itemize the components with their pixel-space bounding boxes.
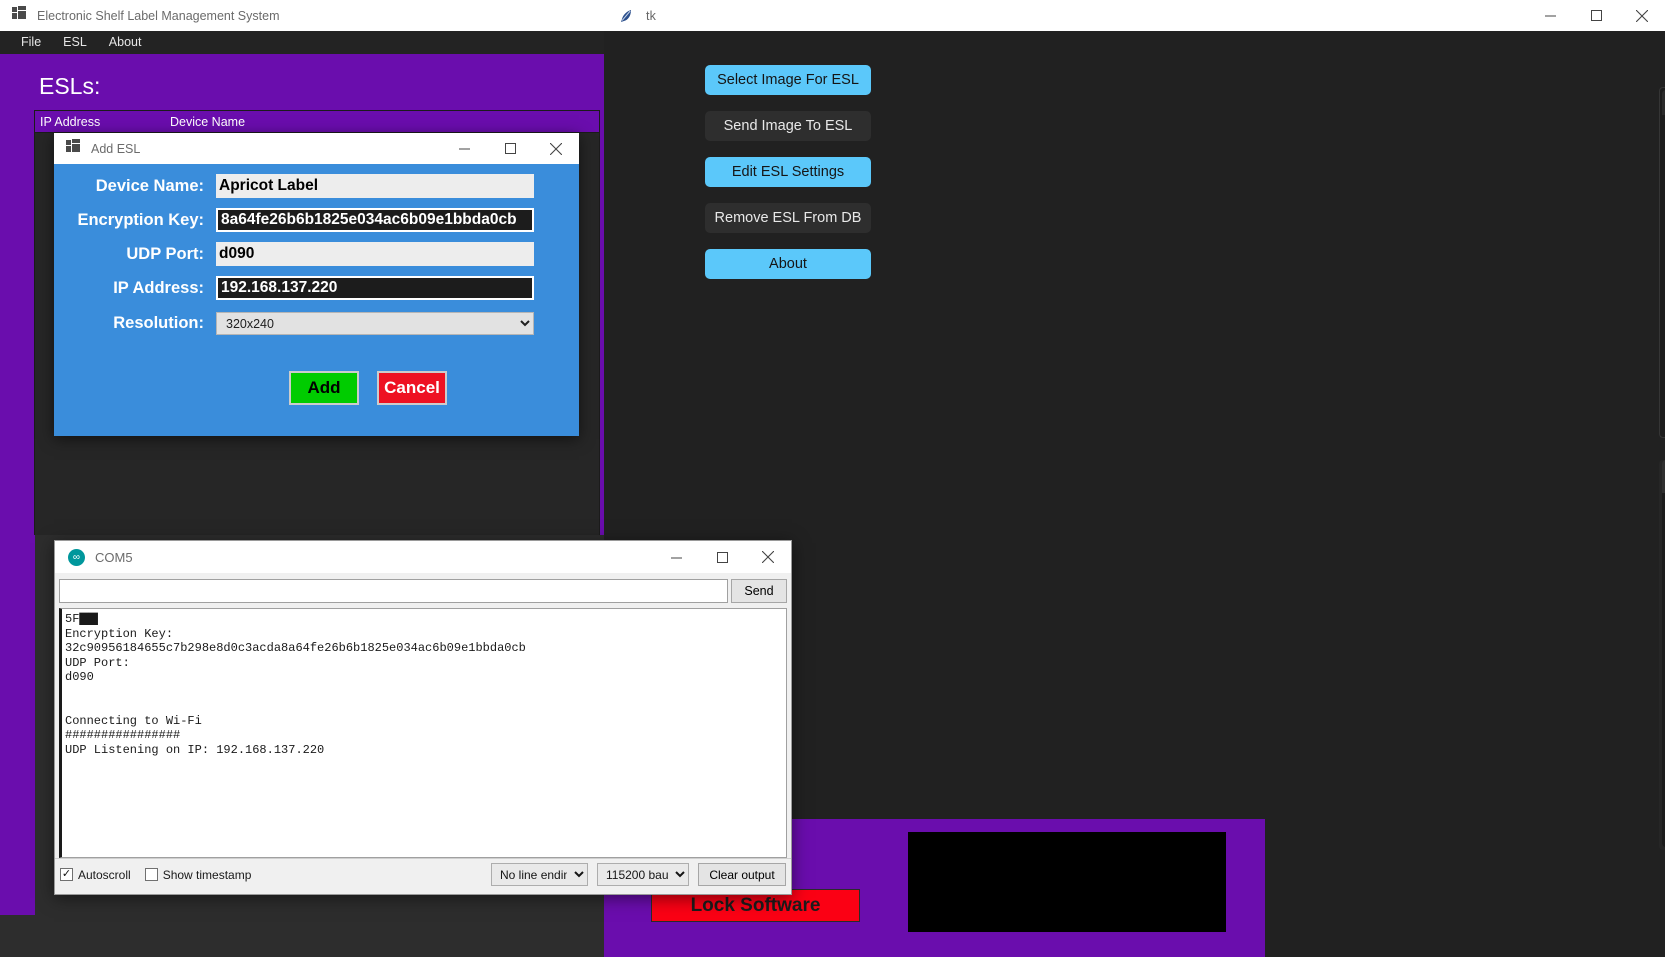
main-window-left-purple-strip xyxy=(0,535,35,915)
tk-titlebar: tk xyxy=(604,0,1665,31)
about-button[interactable]: About xyxy=(705,249,871,279)
show-timestamp-label: Show timestamp xyxy=(162,867,252,882)
page-title: ESLs: xyxy=(39,73,101,99)
baud-rate-select[interactable]: 115200 baud xyxy=(597,863,689,886)
serial-monitor-window-controls xyxy=(653,542,791,573)
column-header-device-name[interactable]: Device Name xyxy=(170,115,599,129)
add-esl-dialog: Add ESL Device Name: Encryption Key: xyxy=(54,133,579,436)
select-image-for-esl-button[interactable]: Select Image For ESL xyxy=(705,65,871,95)
app-window-icon xyxy=(66,139,81,158)
maximize-icon[interactable] xyxy=(487,133,533,164)
tk-action-buttons: Select Image For ESL Send Image To ESL E… xyxy=(705,65,925,295)
arduino-icon: ∞ xyxy=(68,548,85,566)
tk-window-controls xyxy=(1527,0,1665,31)
tk-window-title: tk xyxy=(646,8,657,23)
show-timestamp-checkbox[interactable]: Show timestamp xyxy=(144,867,252,882)
dialog-row-ip-address: IP Address: xyxy=(54,276,579,300)
dialog-cancel-button[interactable]: Cancel xyxy=(377,371,447,405)
checkbox-unchecked-icon[interactable] xyxy=(144,868,158,881)
main-window-title: Electronic Shelf Label Management System xyxy=(37,8,280,23)
main-menubar: File ESL About xyxy=(0,31,604,54)
column-header-ip-address[interactable]: IP Address xyxy=(35,115,170,129)
encryption-key-input[interactable] xyxy=(216,208,534,232)
add-esl-dialog-title: Add ESL xyxy=(91,141,141,156)
main-titlebar: Electronic Shelf Label Management System xyxy=(0,0,604,31)
close-icon[interactable] xyxy=(745,542,791,573)
line-ending-select[interactable]: No line ending xyxy=(491,863,588,886)
esl-table-header: IP Address Device Name xyxy=(35,111,599,133)
add-esl-titlebar: Add ESL xyxy=(54,133,579,164)
serial-monitor-title: COM5 xyxy=(95,549,133,565)
dialog-add-button[interactable]: Add xyxy=(289,371,359,405)
minimize-icon[interactable] xyxy=(441,133,487,164)
menu-file[interactable]: File xyxy=(10,31,52,54)
minimize-icon[interactable] xyxy=(653,542,699,573)
udp-port-label: UDP Port: xyxy=(126,244,204,263)
encryption-key-label: Encryption Key: xyxy=(77,210,204,229)
device-name-label: Device Name: xyxy=(95,176,204,195)
maximize-icon[interactable] xyxy=(699,542,745,573)
dialog-row-encryption-key: Encryption Key: xyxy=(54,208,579,232)
serial-monitor-window: ∞ COM5 Send 5F▇▇ Encryption Key: 32c9095… xyxy=(54,540,792,895)
resolution-select[interactable]: 320x240 xyxy=(216,312,534,335)
feather-icon xyxy=(618,8,634,24)
dialog-row-device-name: Device Name: xyxy=(54,174,579,198)
clear-output-button[interactable]: Clear output xyxy=(698,863,786,886)
ip-address-label: IP Address: xyxy=(113,278,204,297)
add-esl-window-controls xyxy=(441,133,579,164)
dialog-buttons: Add Cancel xyxy=(54,371,579,405)
device-name-input[interactable] xyxy=(216,174,534,198)
maximize-icon[interactable] xyxy=(1573,0,1619,31)
esl-image-preview xyxy=(908,832,1228,932)
autoscroll-label: Autoscroll xyxy=(78,867,131,882)
edit-esl-settings-button[interactable]: Edit ESL Settings xyxy=(705,157,871,187)
udp-port-input[interactable] xyxy=(216,242,534,266)
remove-esl-from-db-button[interactable]: Remove ESL From DB xyxy=(705,203,871,233)
serial-statusbar: ✓ Autoscroll Show timestamp No line endi… xyxy=(55,858,791,890)
tk-tab-panel: ESL Image Add ESL Label: Encryption Key:… xyxy=(1659,460,1665,850)
dialog-row-resolution: Resolution: 320x240 xyxy=(54,312,579,335)
menu-esl[interactable]: ESL xyxy=(52,31,98,54)
close-icon[interactable] xyxy=(533,133,579,164)
esl-list-rows[interactable] xyxy=(1660,115,1665,415)
main-window-bottom-panel-right xyxy=(1226,819,1265,957)
app-window-icon xyxy=(12,6,27,25)
autoscroll-checkbox[interactable]: ✓ Autoscroll xyxy=(60,868,131,882)
minimize-icon[interactable] xyxy=(1527,0,1573,31)
menu-about[interactable]: About xyxy=(98,31,153,54)
close-icon[interactable] xyxy=(1619,0,1665,31)
screen: tk Select Image For ESL Send Image To ES… xyxy=(0,0,1665,957)
dialog-row-udp-port: UDP Port: xyxy=(54,242,579,266)
tk-tabstrip: ESL Image Add ESL xyxy=(1659,460,1665,493)
esl-list-view[interactable]: IP Label ▲ ▼ xyxy=(1659,87,1665,438)
serial-output-console[interactable]: 5F▇▇ Encryption Key: 32c90956184655c7b29… xyxy=(59,608,787,858)
ip-address-input[interactable] xyxy=(216,276,534,300)
serial-send-input[interactable] xyxy=(59,579,728,603)
serial-monitor-titlebar: ∞ COM5 xyxy=(55,541,791,573)
serial-send-button[interactable]: Send xyxy=(731,579,787,603)
serial-send-row: Send xyxy=(55,573,791,608)
send-image-to-esl-button[interactable]: Send Image To ESL xyxy=(705,111,871,141)
resolution-label: Resolution: xyxy=(113,314,204,332)
checkbox-checked-icon[interactable]: ✓ xyxy=(60,868,73,881)
